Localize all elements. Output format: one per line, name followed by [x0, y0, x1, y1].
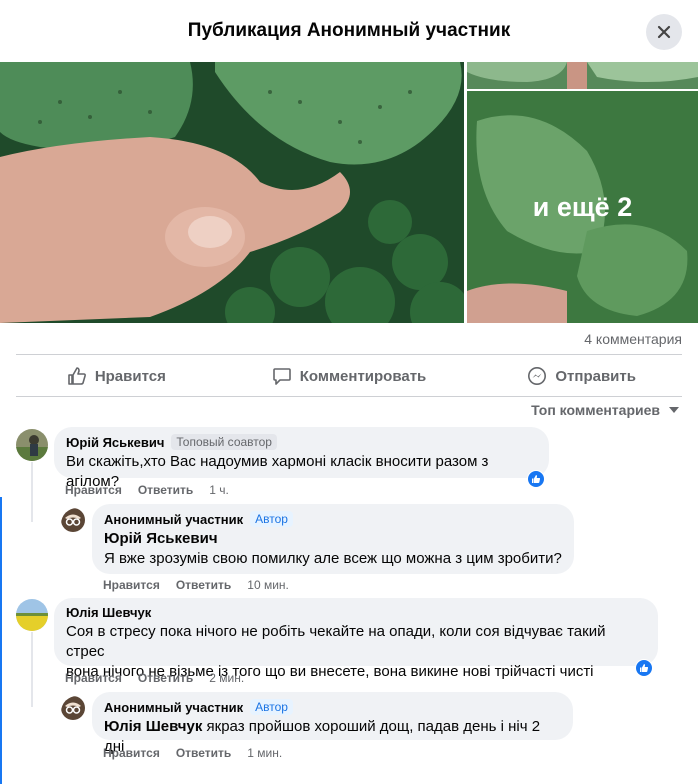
comment-time[interactable]: 1 мин. — [247, 746, 282, 760]
comment-like-link[interactable]: Нравится — [103, 746, 160, 760]
comment-button[interactable]: Комментировать — [233, 356, 466, 396]
divider — [16, 396, 682, 397]
comment-author[interactable]: Анонимный участник — [104, 700, 243, 715]
close-icon — [657, 25, 671, 39]
messenger-icon — [528, 367, 547, 385]
anonymous-avatar-icon — [61, 696, 85, 720]
comment-reply-link[interactable]: Ответить — [176, 578, 231, 592]
comment-reply-link[interactable]: Ответить — [138, 483, 193, 497]
like-reaction-icon — [528, 471, 544, 487]
comment-text: Соя в стресу пока нічого не робіть чекай… — [66, 623, 606, 660]
post-stats: 4 комментария — [0, 323, 698, 355]
comment-bubble: Юлія Шевчук Соя в стресу пока нічого не … — [54, 598, 658, 680]
photo-thumb-top[interactable] — [467, 62, 698, 89]
dialog-header: Публикация Анонимный участник — [0, 0, 698, 62]
avatar[interactable] — [16, 429, 48, 461]
dialog-title: Публикация Анонимный участник — [187, 20, 511, 41]
reaction-badge[interactable] — [527, 470, 545, 488]
status-badge: Топовый соавтор — [171, 434, 277, 450]
close-button[interactable] — [646, 14, 682, 50]
caret-down-icon — [669, 407, 679, 413]
photo-soy-leaves-hand — [0, 62, 464, 323]
action-bar: Нравится Комментировать Отправить — [0, 356, 698, 396]
photo-main[interactable] — [0, 62, 464, 323]
comment-author[interactable]: Анонимный участник — [104, 512, 243, 527]
comment-author[interactable]: Юрій Яськевич — [66, 435, 164, 450]
comment-meta: Нравится Ответить 1 ч. — [65, 483, 229, 497]
comment-meta: Нравится Ответить 2 мин. — [65, 671, 244, 685]
avatar[interactable] — [16, 599, 48, 631]
author-badge: Автор — [250, 511, 293, 527]
comment-time[interactable]: 1 ч. — [209, 483, 229, 497]
thread-line — [31, 632, 33, 707]
comment-like-link[interactable]: Нравится — [65, 671, 122, 685]
comment-time[interactable]: 10 мин. — [247, 578, 289, 592]
share-label: Отправить — [555, 367, 636, 385]
comment-count[interactable]: 4 комментария — [584, 331, 682, 347]
sort-label: Топ комментариев — [531, 402, 660, 418]
more-photos-label: и ещё 2 — [532, 191, 633, 222]
photo-grid: и ещё 2 — [0, 62, 698, 323]
comment-time[interactable]: 2 мин. — [209, 671, 244, 685]
mention-link[interactable]: Юрій Яськевич — [104, 529, 562, 549]
anonymous-avatar-icon — [61, 508, 85, 532]
comment-like-link[interactable]: Нравится — [65, 483, 122, 497]
focus-indicator — [0, 497, 2, 784]
thread-line — [31, 462, 33, 522]
avatar[interactable] — [61, 696, 93, 728]
avatar-photo — [16, 429, 48, 461]
thumbs-up-icon — [68, 367, 86, 385]
comment-author[interactable]: Юлія Шевчук — [66, 605, 151, 620]
comment-reply-link[interactable]: Ответить — [138, 671, 193, 685]
comment-bubble: Анонимный участник Автор Юлія Шевчук якр… — [92, 692, 573, 755]
author-badge: Автор — [250, 699, 293, 715]
avatar[interactable] — [61, 508, 93, 540]
comment-meta: Нравится Ответить 10 мин. — [103, 578, 289, 592]
like-button[interactable]: Нравится — [0, 356, 233, 396]
comment-icon — [272, 368, 291, 385]
comment-like-link[interactable]: Нравится — [103, 578, 160, 592]
comment-label: Комментировать — [299, 367, 427, 385]
comment-reply-link[interactable]: Ответить — [176, 746, 231, 760]
sort-dropdown[interactable]: Топ комментариев — [531, 402, 680, 418]
photo-leaf-thumb — [467, 62, 698, 89]
like-label: Нравится — [94, 367, 166, 385]
comment-text: Я вже зрозумів свою помилку але всеж що … — [104, 550, 562, 567]
divider — [16, 354, 682, 355]
share-button[interactable]: Отправить — [465, 356, 698, 396]
mention-link[interactable]: Юлія Шевчук — [104, 718, 202, 735]
photo-thumb-more[interactable]: и ещё 2 — [467, 91, 698, 323]
like-reaction-icon — [636, 660, 652, 676]
comment-bubble: Анонимный участник Автор Юрій Яськевич Я… — [92, 504, 574, 574]
avatar-photo — [16, 599, 48, 631]
comment-bubble: Юрій Яськевич Топовый соавтор Ви скажіть… — [54, 427, 549, 490]
comment-meta: Нравится Ответить 1 мин. — [103, 746, 282, 760]
reaction-badge[interactable] — [635, 659, 653, 677]
